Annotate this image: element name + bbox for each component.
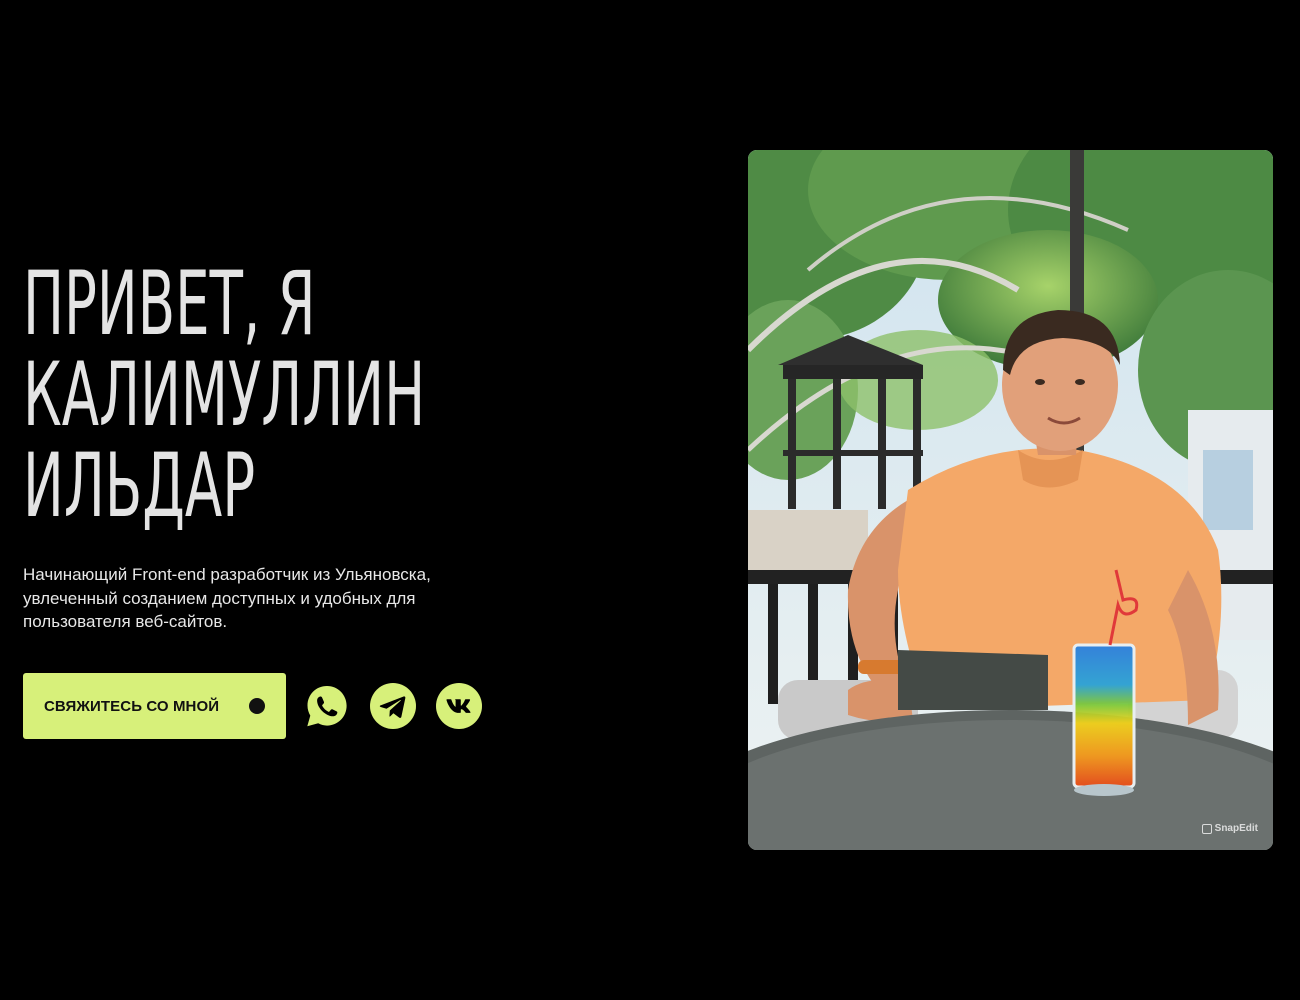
whatsapp-link[interactable]: [304, 683, 350, 729]
hero-title-line-2: КАЛИМУЛЛИН: [23, 343, 426, 446]
hero-title-line-1: ПРИВЕТ, Я: [23, 252, 316, 355]
contact-me-button[interactable]: СВЯЖИТЕСЬ СО МНОЙ: [23, 673, 286, 739]
vk-icon: [436, 683, 482, 729]
profile-photo: SnapEdit: [748, 150, 1273, 850]
photo-watermark: SnapEdit: [1201, 823, 1258, 834]
profile-photo-illustration: [748, 150, 1273, 850]
whatsapp-icon: [307, 686, 347, 727]
dot-icon: [249, 698, 265, 714]
hero-title-line-3: ИЛЬДАР: [23, 434, 256, 537]
hero-description: Начинающий Front-end разработчик из Улья…: [23, 565, 431, 631]
hero-heading-block: ПРИВЕТ, Я КАЛИМУЛЛИН ИЛЬДАР: [23, 258, 643, 531]
contact-me-label: СВЯЖИТЕСЬ СО МНОЙ: [44, 697, 220, 715]
watermark-text: SnapEdit: [1214, 823, 1258, 834]
snapedit-icon: [1201, 823, 1212, 834]
vk-link[interactable]: [436, 683, 482, 729]
hero-section: ПРИВЕТ, Я КАЛИМУЛЛИН ИЛЬДАР Начинающий F…: [0, 0, 1300, 1000]
hero-title: ПРИВЕТ, Я КАЛИМУЛЛИН ИЛЬДАР: [23, 252, 426, 537]
telegram-icon: [370, 683, 416, 729]
telegram-link[interactable]: [370, 683, 416, 729]
